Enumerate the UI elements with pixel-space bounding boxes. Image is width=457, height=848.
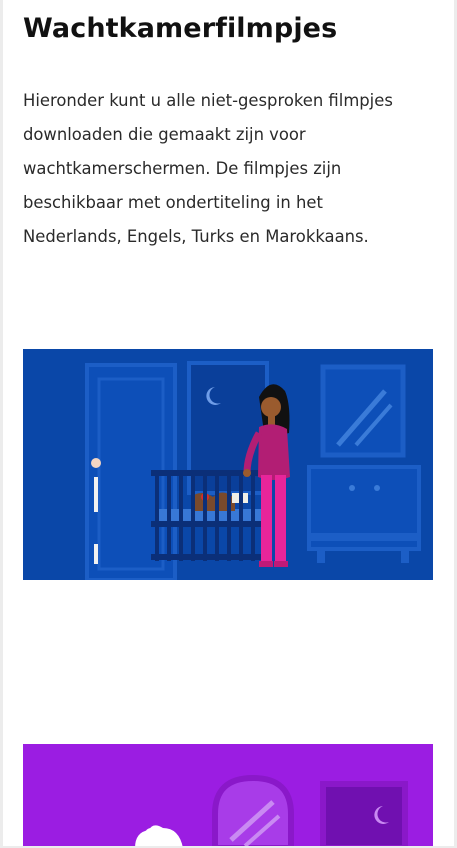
intro-line: Hieronder kunt u alle niet-gesproken fil… (23, 91, 393, 110)
intro-line: beschikbaar met ondertiteling in het (23, 193, 323, 212)
nursery-illustration (23, 349, 433, 580)
intro-paragraph: Hieronder kunt u alle niet-gesproken fil… (23, 84, 433, 254)
intro-line: wachtkamerschermen. De filmpjes zijn (23, 159, 342, 178)
page-title: Wachtkamerfilmpjes (23, 13, 338, 44)
video-thumbnail-nursery[interactable] (23, 349, 433, 580)
page-border-left (0, 0, 3, 848)
video-thumbnail-room[interactable] (23, 744, 433, 848)
intro-line: Nederlands, Engels, Turks en Marokkaans. (23, 227, 369, 246)
room-illustration (23, 744, 433, 848)
intro-line: downloaden die gemaakt zijn voor (23, 125, 306, 144)
